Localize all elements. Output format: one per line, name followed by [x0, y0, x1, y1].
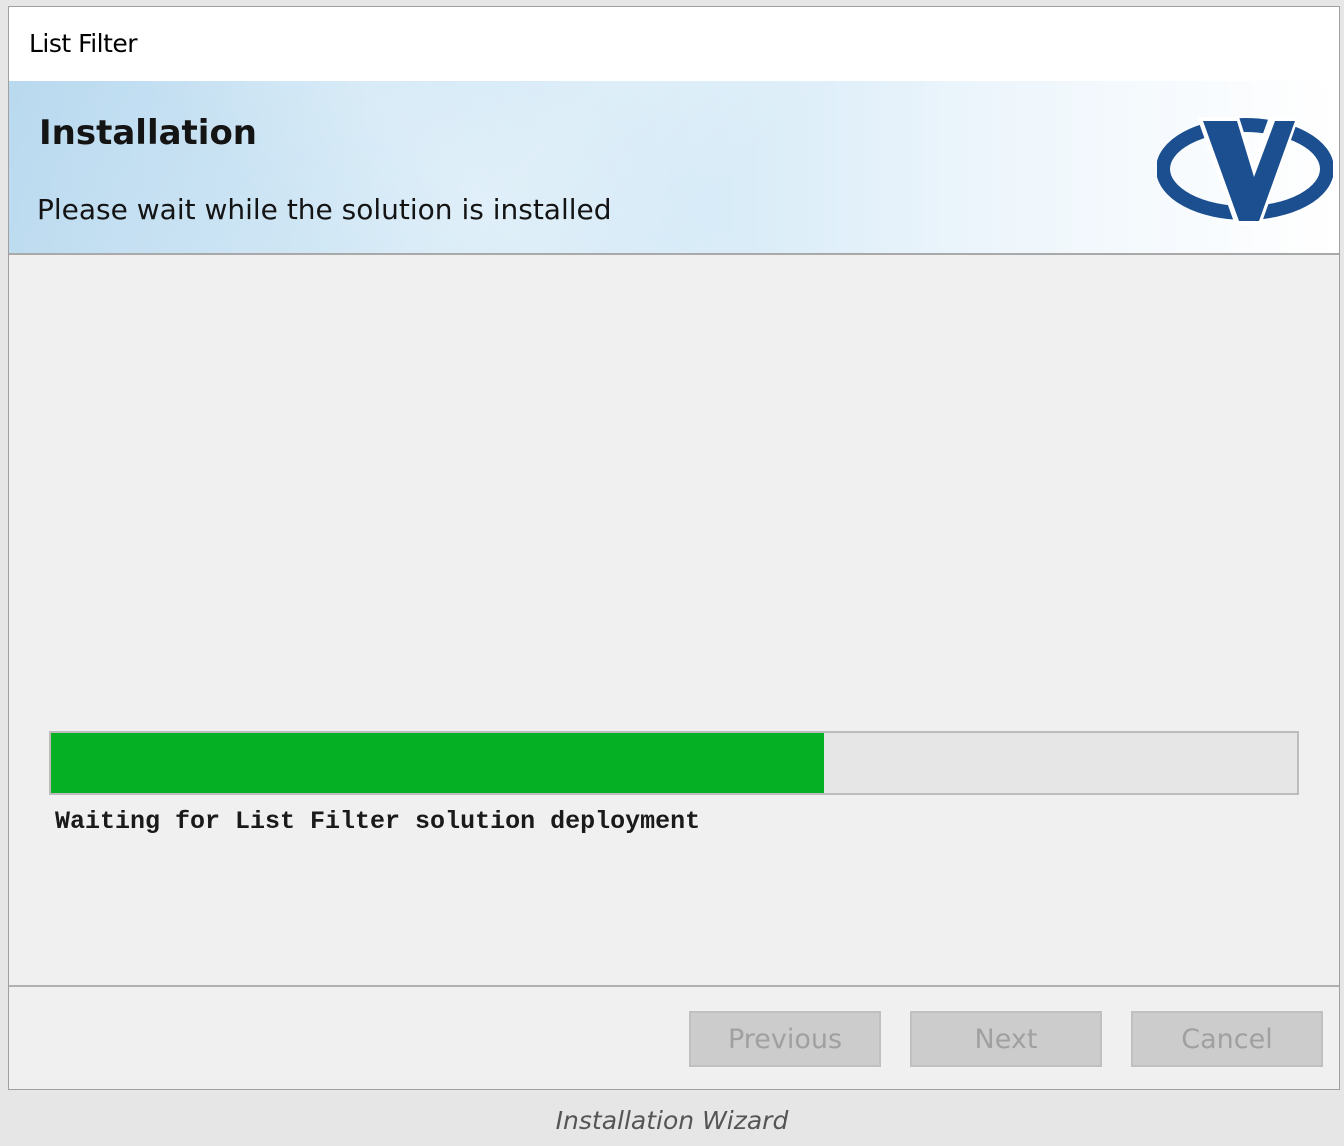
title-bar: List Filter: [9, 7, 1339, 81]
previous-button[interactable]: Previous: [689, 1011, 881, 1067]
status-message: Waiting for List Filter solution deploym…: [55, 807, 701, 836]
image-caption: Installation Wizard: [555, 1106, 789, 1135]
next-button[interactable]: Next: [910, 1011, 1102, 1067]
page-title: Installation: [39, 113, 258, 153]
page-subtitle: Please wait while the solution is instal…: [37, 193, 612, 226]
cancel-button[interactable]: Cancel: [1131, 1011, 1323, 1067]
installer-window: List Filter Installation Please wait whi…: [8, 6, 1340, 1090]
installation-progress-bar: [49, 731, 1299, 795]
footer-divider: [9, 985, 1339, 987]
progress-bar-fill: [51, 733, 824, 793]
header-banner: Installation Please wait while the solut…: [9, 81, 1339, 255]
v-logo-icon: [1157, 117, 1333, 225]
window-title: List Filter: [29, 29, 138, 58]
